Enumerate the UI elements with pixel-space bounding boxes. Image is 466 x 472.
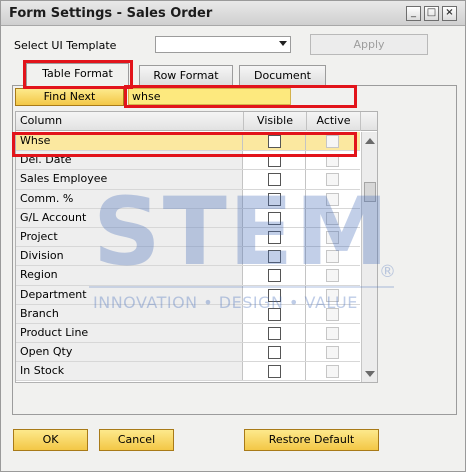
active-checkbox[interactable] bbox=[326, 365, 339, 379]
row-column-name: Project bbox=[16, 227, 243, 247]
active-checkbox[interactable] bbox=[326, 173, 339, 187]
visible-checkbox[interactable] bbox=[268, 250, 281, 264]
maximize-icon[interactable]: □ bbox=[424, 6, 439, 21]
visible-checkbox[interactable] bbox=[268, 346, 281, 360]
visible-cell bbox=[244, 266, 306, 285]
table-row[interactable]: Region bbox=[16, 266, 360, 286]
table-row[interactable]: Branch bbox=[16, 304, 360, 324]
table-row[interactable]: Product Line bbox=[16, 323, 360, 344]
tab-document[interactable]: Document bbox=[239, 65, 326, 85]
window-title: Form Settings - Sales Order bbox=[9, 6, 213, 21]
visible-checkbox[interactable] bbox=[268, 365, 281, 379]
cancel-button[interactable]: Cancel bbox=[99, 429, 174, 451]
visible-cell bbox=[244, 189, 306, 208]
highlight-search-input bbox=[124, 85, 357, 108]
visible-cell bbox=[244, 323, 306, 343]
active-checkbox[interactable] bbox=[326, 346, 339, 360]
active-checkbox[interactable] bbox=[326, 288, 339, 302]
ok-button[interactable]: OK bbox=[13, 429, 88, 451]
visible-checkbox[interactable] bbox=[268, 288, 281, 302]
scroll-thumb[interactable] bbox=[364, 182, 376, 202]
grid-header: Column Visible Active bbox=[16, 112, 377, 131]
table-row[interactable]: G/L Account bbox=[16, 208, 360, 228]
table-row[interactable]: Sales Employee bbox=[16, 170, 360, 190]
table-row[interactable]: Open Qty bbox=[16, 343, 360, 363]
visible-cell bbox=[244, 208, 306, 227]
restore-default-button[interactable]: Restore Default bbox=[244, 429, 379, 451]
visible-checkbox[interactable] bbox=[268, 230, 281, 244]
active-checkbox[interactable] bbox=[326, 307, 339, 321]
header-column[interactable]: Column bbox=[16, 112, 244, 131]
table-row[interactable]: Department bbox=[16, 285, 360, 305]
scroll-down-icon[interactable] bbox=[365, 371, 375, 377]
active-cell bbox=[307, 247, 360, 265]
visible-cell bbox=[244, 247, 306, 266]
active-cell bbox=[307, 170, 360, 188]
active-cell bbox=[307, 343, 360, 361]
template-label: Select UI Template bbox=[14, 39, 117, 52]
row-column-name: Region bbox=[16, 266, 243, 285]
active-checkbox[interactable] bbox=[326, 250, 339, 264]
header-active[interactable]: Active bbox=[307, 112, 361, 131]
active-cell bbox=[307, 228, 360, 246]
title-bar: Form Settings - Sales Order _ □ × bbox=[1, 1, 465, 26]
highlight-whse-row bbox=[12, 132, 357, 157]
active-cell bbox=[307, 305, 360, 323]
table-row[interactable]: Project bbox=[16, 227, 360, 248]
active-cell bbox=[307, 266, 360, 284]
row-column-name: Division bbox=[16, 247, 243, 266]
active-cell bbox=[307, 209, 360, 227]
visible-cell bbox=[244, 304, 306, 323]
active-checkbox[interactable] bbox=[326, 192, 339, 206]
scroll-up-icon[interactable] bbox=[365, 138, 375, 144]
visible-cell bbox=[244, 170, 306, 189]
table-row[interactable]: In Stock bbox=[16, 362, 360, 382]
template-select[interactable] bbox=[155, 36, 291, 53]
active-checkbox[interactable] bbox=[326, 230, 339, 244]
active-checkbox[interactable] bbox=[326, 269, 339, 283]
visible-checkbox[interactable] bbox=[268, 173, 281, 187]
row-column-name: G/L Account bbox=[16, 208, 243, 227]
close-icon[interactable]: × bbox=[442, 6, 457, 21]
active-checkbox[interactable] bbox=[326, 326, 339, 340]
active-cell bbox=[307, 362, 360, 380]
row-column-name: Sales Employee bbox=[16, 170, 243, 189]
table-row[interactable]: Comm. % bbox=[16, 189, 360, 209]
row-column-name: Open Qty bbox=[16, 343, 243, 362]
visible-checkbox[interactable] bbox=[268, 307, 281, 321]
visible-checkbox[interactable] bbox=[268, 326, 281, 340]
minimize-icon[interactable]: _ bbox=[406, 6, 421, 21]
chevron-down-icon bbox=[279, 41, 287, 46]
table-row[interactable]: Division bbox=[16, 247, 360, 267]
highlight-table-format-tab bbox=[23, 60, 133, 89]
active-cell bbox=[307, 286, 360, 304]
header-visible[interactable]: Visible bbox=[244, 112, 307, 131]
active-cell bbox=[307, 324, 360, 342]
row-column-name: Branch bbox=[16, 304, 243, 323]
apply-button[interactable]: Apply bbox=[310, 34, 428, 55]
row-column-name: Product Line bbox=[16, 323, 243, 343]
grid-rows: Whse Del. Date Sales Employee Comm. % G/L Ac… bbox=[16, 132, 360, 382]
row-column-name: Department bbox=[16, 285, 243, 304]
row-column-name: In Stock bbox=[16, 362, 243, 381]
visible-checkbox[interactable] bbox=[268, 269, 281, 283]
vertical-scrollbar[interactable] bbox=[361, 132, 377, 382]
visible-checkbox[interactable] bbox=[268, 192, 281, 206]
row-column-name: Comm. % bbox=[16, 189, 243, 208]
visible-cell bbox=[244, 362, 306, 381]
visible-cell bbox=[244, 343, 306, 362]
visible-cell bbox=[244, 285, 306, 304]
template-value bbox=[156, 37, 159, 50]
tab-row-format[interactable]: Row Format bbox=[139, 65, 233, 85]
active-cell bbox=[307, 190, 360, 208]
visible-checkbox[interactable] bbox=[268, 211, 281, 225]
form-settings-window: Form Settings - Sales Order _ □ × Select… bbox=[0, 0, 466, 472]
active-checkbox[interactable] bbox=[326, 211, 339, 225]
visible-cell bbox=[244, 227, 306, 247]
find-next-button[interactable]: Find Next bbox=[15, 88, 124, 106]
